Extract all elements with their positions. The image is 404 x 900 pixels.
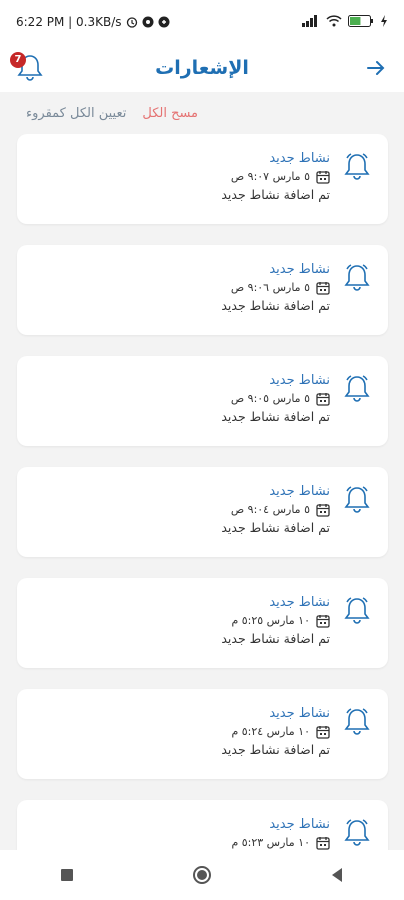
bell-icon — [342, 483, 372, 517]
notification-body: تم اضافة نشاط جديد — [221, 742, 330, 757]
notification-card[interactable]: نشاط جديد ٥ مارس ٩:٠٥ ص تم اضافة نشاط جديد — [17, 356, 388, 446]
notification-text: نشاط جديد١٠ مارس ٥:٢٣ متم اضافة نشاط جدي… — [221, 816, 330, 850]
notification-date: ١٠ مارس ٥:٢٥ م — [231, 614, 310, 627]
calendar-icon — [316, 836, 330, 850]
notification-title: نشاط جديد — [269, 595, 330, 610]
notification-text: نشاط جديد ١٠ مارس ٥:٢٥ م تم اضافة نشاط جدي… — [221, 594, 330, 648]
bell-icon — [342, 594, 372, 628]
calendar-icon — [316, 392, 330, 406]
status-time: 6:22 PM | 0.3KB/s — [16, 15, 122, 29]
notification-title: نشاط جديد — [269, 151, 330, 166]
notification-text: نشاط جديد ٥ مارس ٩:٠٥ ص تم اضافة نشاط جديد — [221, 372, 330, 426]
actions-row: تعيين الكل كمقروء مسح الكل — [0, 100, 404, 126]
notifications-bell-button[interactable]: 7 — [10, 50, 46, 84]
notification-date: ٥ مارس ٩:٠٤ ص — [230, 503, 310, 516]
wifi-icon — [326, 14, 342, 30]
bell-icon — [342, 150, 372, 184]
square-icon — [61, 869, 74, 881]
arrow-right-icon — [367, 61, 385, 75]
notification-title: نشاط جديد — [269, 373, 330, 388]
system-nav-bar — [0, 850, 404, 900]
notifications-list[interactable]: نشاط جديد ٥ مارس ٩:٠٧ ص تم اضافة نشاط جديد… — [0, 134, 404, 850]
notification-card[interactable]: نشاط جديد ٥ مارس ٩:٠٧ ص تم اضافة نشاط جديد — [17, 134, 388, 224]
notification-body: تم اضافة نشاط جديد — [221, 409, 330, 424]
notification-title: نشاط جديد — [269, 484, 330, 499]
status-bar: 6:22 PM | 0.3KB/s — [0, 0, 404, 44]
notification-date: ٥ مارس ٩:٠٧ ص — [230, 170, 310, 183]
calendar-icon — [316, 725, 330, 739]
calendar-icon — [316, 281, 330, 295]
notification-date: ٥ مارس ٩:٠٥ ص — [230, 392, 310, 405]
notification-date: ٥ مارس ٩:٠٦ ص — [230, 281, 310, 294]
notification-date-row: ٥ مارس ٩:٠٥ ص — [221, 390, 330, 408]
back-button[interactable] — [364, 56, 388, 80]
calendar-icon — [316, 503, 330, 517]
notification-text: نشاط جديد ١٠ مارس ٥:٢٤ م تم اضافة نشاط جدي… — [221, 705, 330, 759]
bell-icon — [342, 816, 372, 850]
app-icon-1 — [142, 16, 154, 28]
notification-card[interactable]: نشاط جديد ٥ مارس ٩:٠٦ ص تم اضافة نشاط جديد — [17, 245, 388, 335]
notification-date: ١٠ مارس ٥:٢٣ م — [231, 836, 310, 849]
notification-title: نشاط جديد — [269, 262, 330, 277]
calendar-icon — [316, 170, 330, 184]
calendar-icon — [316, 614, 330, 628]
bell-icon — [342, 705, 372, 739]
app-header: 7 الإشعارات — [0, 44, 404, 92]
home-button[interactable] — [190, 863, 214, 887]
notification-text: نشاط جديد ٥ مارس ٩:٠٧ ص تم اضافة نشاط جديد — [221, 150, 330, 204]
alarm-icon — [126, 16, 138, 28]
battery-icon — [348, 14, 374, 30]
notification-date: ١٠ مارس ٥:٢٤ م — [231, 725, 310, 738]
notification-text: نشاط جديد ٥ مارس ٩:٠٦ ص تم اضافة نشاط جديد — [221, 261, 330, 315]
charging-icon — [380, 14, 388, 30]
notification-card[interactable]: نشاط جديد ٥ مارس ٩:٠٤ ص تم اضافة نشاط جديد — [17, 467, 388, 557]
bell-icon — [342, 372, 372, 406]
status-right — [302, 14, 388, 30]
page-title: الإشعارات — [155, 57, 249, 79]
status-left: 6:22 PM | 0.3KB/s — [16, 15, 170, 29]
recent-apps-button[interactable] — [55, 863, 79, 887]
notification-card[interactable]: نشاط جديد١٠ مارس ٥:٢٣ متم اضافة نشاط جدي… — [17, 800, 388, 850]
notification-date-row: ٥ مارس ٩:٠٤ ص — [221, 501, 330, 519]
notification-date-row: ١٠ مارس ٥:٢٣ م — [221, 834, 330, 850]
signal-icon — [302, 14, 320, 30]
notification-body: تم اضافة نشاط جديد — [221, 298, 330, 313]
back-nav-button[interactable] — [325, 863, 349, 887]
clear-all-link[interactable]: مسح الكل — [142, 106, 198, 121]
notification-title: نشاط جديد — [269, 817, 330, 832]
app-icon-2 — [158, 16, 170, 28]
notification-title: نشاط جديد — [269, 706, 330, 721]
mark-all-read-link[interactable]: تعيين الكل كمقروء — [26, 106, 126, 121]
notification-body: تم اضافة نشاط جديد — [221, 187, 330, 202]
circle-icon — [192, 866, 211, 884]
notification-count-badge: 7 — [10, 52, 26, 68]
triangle-icon — [331, 868, 342, 882]
notification-date-row: ٥ مارس ٩:٠٧ ص — [221, 168, 330, 186]
bell-icon — [342, 261, 372, 295]
notification-date-row: ١٠ مارس ٥:٢٤ م — [221, 723, 330, 741]
notification-text: نشاط جديد ٥ مارس ٩:٠٤ ص تم اضافة نشاط جديد — [221, 483, 330, 537]
notification-body: تم اضافة نشاط جديد — [221, 520, 330, 535]
notification-date-row: ١٠ مارس ٥:٢٥ م — [221, 612, 330, 630]
notification-date-row: ٥ مارس ٩:٠٦ ص — [221, 279, 330, 297]
notification-card[interactable]: نشاط جديد ١٠ مارس ٥:٢٥ م تم اضافة نشاط جدي… — [17, 578, 388, 668]
notification-card[interactable]: نشاط جديد ١٠ مارس ٥:٢٤ م تم اضافة نشاط جدي… — [17, 689, 388, 779]
notification-body: تم اضافة نشاط جديد — [221, 631, 330, 646]
